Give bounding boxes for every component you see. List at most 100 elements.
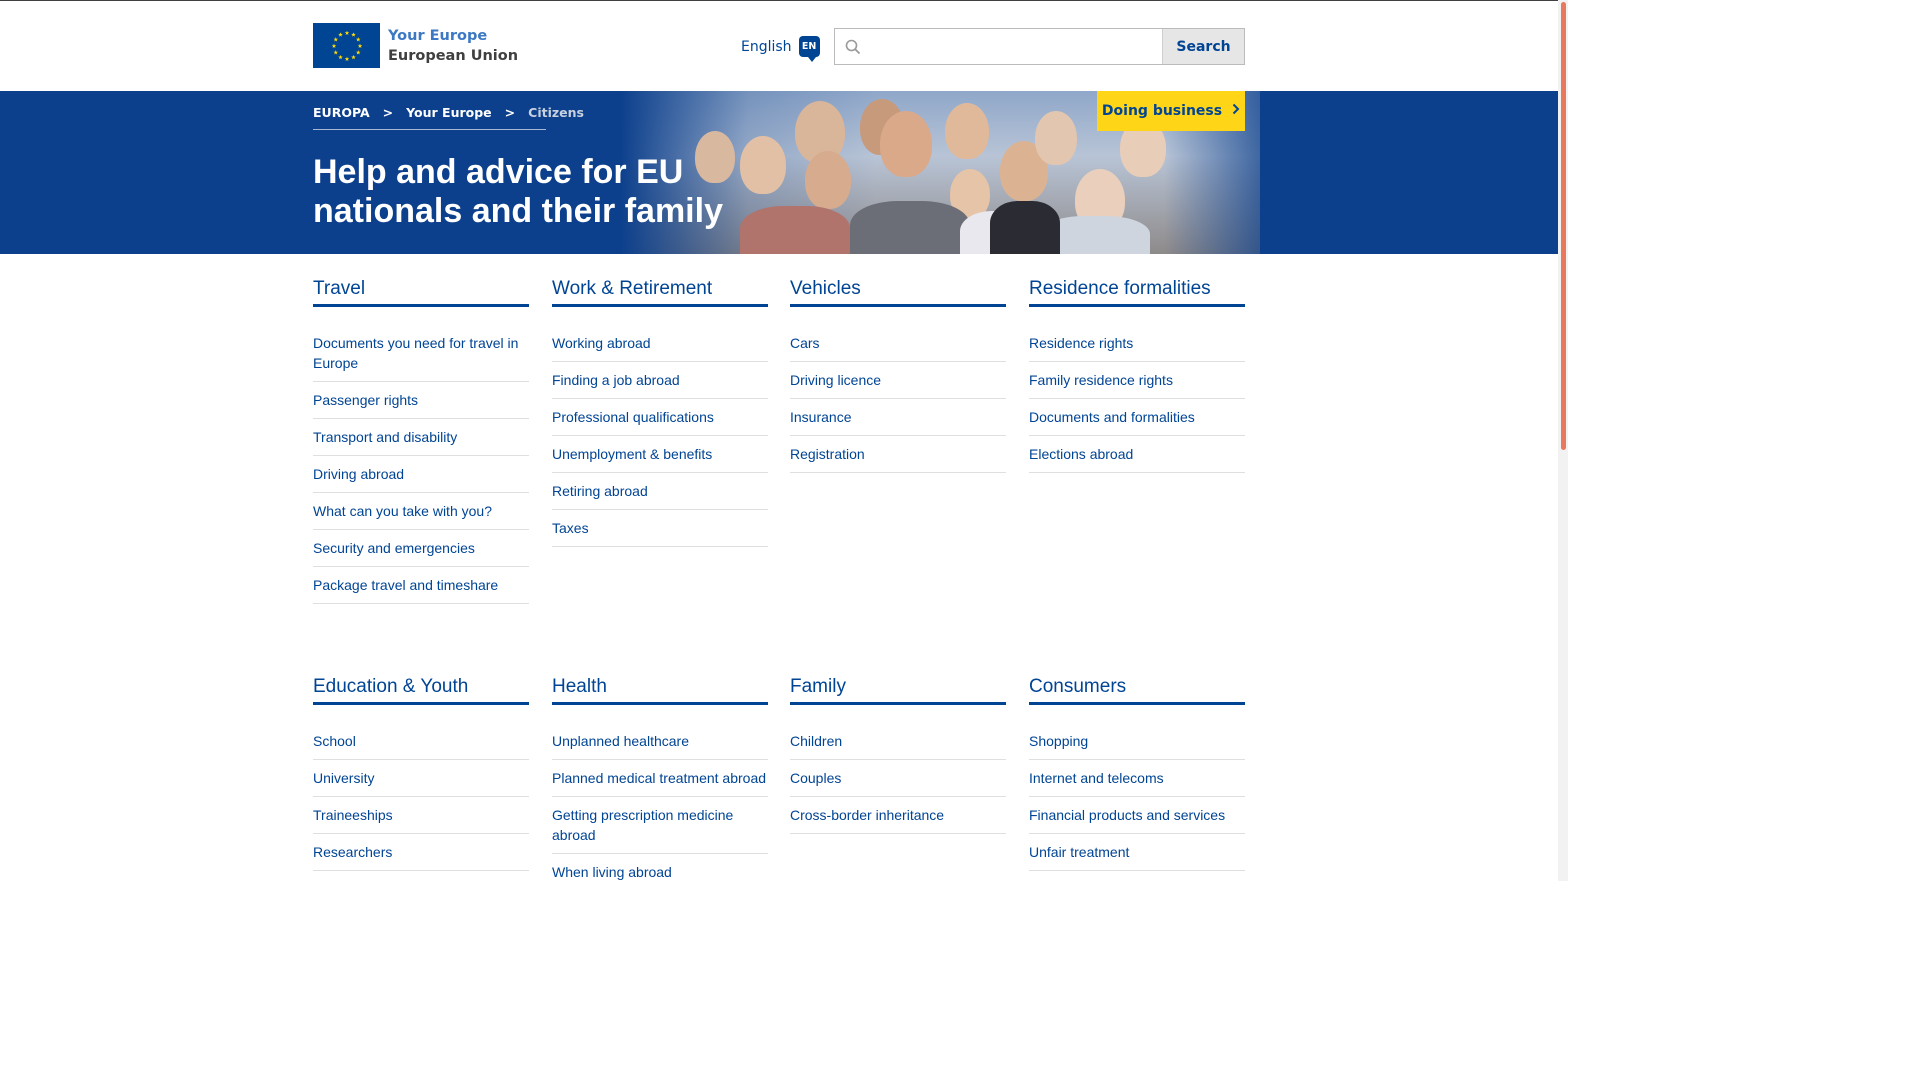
category-link-item: Financial products and services	[1029, 797, 1245, 834]
category-link-item: Registration	[790, 436, 1006, 473]
category-family: Family Children Couples Cross-border inheri…	[790, 669, 1006, 834]
category-link[interactable]: Children	[790, 733, 842, 749]
scrollbar[interactable]	[1558, 0, 1568, 881]
category-link[interactable]: Finding a job abroad	[552, 372, 680, 388]
category-links: Documents you need for travel in Europe P…	[313, 325, 529, 604]
category-link-item: Traineeships	[313, 797, 529, 834]
category-title[interactable]: Education & Youth	[313, 669, 529, 705]
language-selector[interactable]: English EN	[741, 36, 820, 62]
breadcrumb-underline	[313, 129, 546, 130]
category-link[interactable]: Shopping	[1029, 733, 1088, 749]
category-link[interactable]: Professional qualifications	[552, 409, 714, 425]
category-education-youth: Education & Youth School University Trainee…	[313, 669, 529, 871]
category-link[interactable]: University	[313, 770, 374, 786]
page-title: Help and advice for EU nationals and the…	[313, 153, 723, 230]
flag-star	[355, 36, 361, 41]
category-link[interactable]: Planned medical treatment abroad	[552, 770, 766, 786]
flag-star	[337, 54, 343, 59]
category-link[interactable]: Package travel and timeshare	[313, 577, 498, 593]
category-link-item: Documents and formalities	[1029, 399, 1245, 436]
doing-business-button[interactable]: Doing business	[1097, 91, 1245, 131]
category-link[interactable]: Residence rights	[1029, 335, 1133, 351]
category-link[interactable]: Taxes	[552, 520, 589, 536]
category-link[interactable]: Driving abroad	[313, 466, 404, 482]
category-link[interactable]: Cross-border inheritance	[790, 807, 944, 823]
category-title[interactable]: Residence formalities	[1029, 271, 1245, 307]
category-title[interactable]: Travel	[313, 271, 529, 307]
category-link[interactable]: What can you take with you?	[313, 503, 492, 519]
category-link[interactable]: When living abroad	[552, 864, 672, 880]
category-link[interactable]: Working abroad	[552, 335, 651, 351]
speech-bubble-icon: EN	[798, 36, 820, 62]
category-links: Children Couples Cross-border inheritance	[790, 723, 1006, 834]
category-link[interactable]: Cars	[790, 335, 820, 351]
site-logo[interactable]: Your Europe European Union	[313, 23, 518, 68]
flag-star	[350, 31, 356, 37]
category-link-item: Package travel and timeshare	[313, 567, 529, 604]
category-link[interactable]: Unfair treatment	[1029, 844, 1129, 860]
category-link[interactable]: Unemployment & benefits	[552, 446, 712, 462]
breadcrumb-current: Citizens	[528, 105, 584, 120]
logo-text: Your Europe European Union	[388, 26, 518, 66]
category-link[interactable]: Transport and disability	[313, 429, 457, 445]
category-link[interactable]: Retiring abroad	[552, 483, 648, 499]
eu-flag-icon	[313, 23, 380, 68]
category-link-item: Planned medical treatment abroad	[552, 760, 768, 797]
search-button[interactable]: Search	[1162, 29, 1244, 64]
category-link[interactable]: Security and emergencies	[313, 540, 475, 556]
hero-banner: EUROPA > Your Europe > Citizens Help and…	[0, 91, 1558, 254]
search-bar: Search	[834, 28, 1245, 65]
category-link[interactable]: Internet and telecoms	[1029, 770, 1164, 786]
category-link[interactable]: Traineeships	[313, 807, 393, 823]
person-body	[740, 206, 850, 254]
category-title[interactable]: Consumers	[1029, 669, 1245, 705]
category-link-item: Couples	[790, 760, 1006, 797]
category-link-item: Shopping	[1029, 723, 1245, 760]
person-face	[880, 111, 932, 177]
category-link-item: When living abroad	[552, 854, 768, 881]
search-input[interactable]	[835, 29, 1162, 64]
category-links: Shopping Internet and telecoms Financial p…	[1029, 723, 1245, 871]
flag-star	[332, 49, 338, 54]
category-title[interactable]: Work & Retirement	[552, 271, 768, 307]
flag-star	[355, 49, 361, 54]
category-link[interactable]: Financial products and services	[1029, 807, 1225, 823]
category-link-item: Family residence rights	[1029, 362, 1245, 399]
category-link[interactable]: Elections abroad	[1029, 446, 1133, 462]
flag-star	[331, 43, 336, 48]
category-link[interactable]: Couples	[790, 770, 841, 786]
breadcrumb-your-europe[interactable]: Your Europe	[406, 105, 492, 120]
category-link[interactable]: Insurance	[790, 409, 851, 425]
category-link[interactable]: Driving licence	[790, 372, 881, 388]
logo-title: Your Europe	[388, 27, 488, 44]
category-link[interactable]: School	[313, 733, 356, 749]
category-link[interactable]: Getting prescription medicine abroad	[552, 807, 733, 843]
logo-subtitle: European Union	[388, 47, 519, 64]
category-link-item: Security and emergencies	[313, 530, 529, 567]
category-link-item: Elections abroad	[1029, 436, 1245, 473]
category-links: School University Traineeships Researchers	[313, 723, 529, 871]
category-link[interactable]: Documents you need for travel in Europe	[313, 335, 518, 371]
category-work-retirement: Work & Retirement Working abroad Finding a…	[552, 271, 768, 547]
breadcrumb-separator: >	[382, 105, 394, 120]
category-link[interactable]: Documents and formalities	[1029, 409, 1195, 425]
category-title[interactable]: Vehicles	[790, 271, 1006, 307]
breadcrumb-europa[interactable]: EUROPA	[313, 105, 370, 120]
site-header: Your Europe European Union English EN Se…	[0, 1, 1558, 91]
category-links: Cars Driving licence Insurance Registration	[790, 325, 1006, 473]
category-title[interactable]: Health	[552, 669, 768, 705]
scrollbar-thumb[interactable]	[1561, 2, 1566, 450]
category-link[interactable]: Passenger rights	[313, 392, 418, 408]
doing-business-label: Doing business	[1101, 103, 1223, 119]
category-link-item: Working abroad	[552, 325, 768, 362]
category-title[interactable]: Family	[790, 669, 1006, 705]
category-link[interactable]: Researchers	[313, 844, 392, 860]
category-link-item: School	[313, 723, 529, 760]
category-link[interactable]: Unplanned healthcare	[552, 733, 689, 749]
category-consumers: Consumers Shopping Internet and telecoms Fi…	[1029, 669, 1245, 871]
category-link[interactable]: Family residence rights	[1029, 372, 1173, 388]
category-link[interactable]: Registration	[790, 446, 865, 462]
flag-star	[350, 54, 356, 59]
person-face	[805, 151, 851, 209]
category-link-item: Unplanned healthcare	[552, 723, 768, 760]
